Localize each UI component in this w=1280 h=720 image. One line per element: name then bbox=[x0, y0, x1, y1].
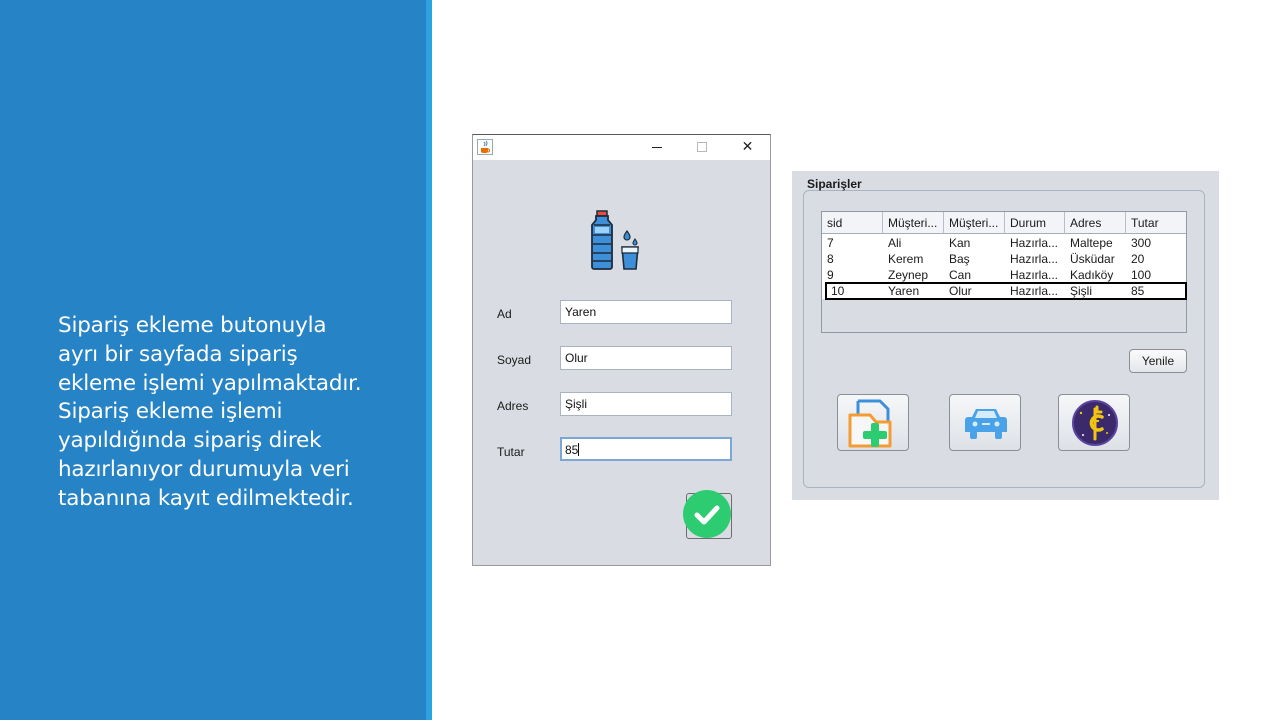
cell-name: Ali bbox=[888, 236, 902, 250]
orders-panel: Siparişler sid Müşteri... Müşteri... Dur… bbox=[792, 171, 1219, 500]
cell-address: Kadıköy bbox=[1070, 268, 1114, 282]
text-caret bbox=[578, 443, 580, 456]
cell-address: Üsküdar bbox=[1070, 252, 1115, 266]
adres-label: Adres bbox=[497, 399, 529, 413]
cell-surname: Baş bbox=[949, 252, 970, 266]
orders-table[interactable]: sid Müşteri... Müşteri... Durum Adres Tu… bbox=[821, 211, 1187, 333]
description-line: ayrı bir sayfada sipariş bbox=[58, 341, 298, 367]
soyad-label: Soyad bbox=[497, 353, 532, 367]
ad-input[interactable]: Yaren bbox=[560, 300, 732, 324]
cell-amount: 300 bbox=[1131, 236, 1152, 250]
description-line: Sipariş ekleme butonuyla bbox=[58, 313, 327, 338]
add-order-window: ✕ Ad Yaren Soyad Olur Adres Şişli Tutar … bbox=[472, 134, 771, 566]
table-row[interactable]: 9 Zeynep Can Hazırla... Kadıköy 100 bbox=[822, 267, 1186, 283]
bitcoin-payment-icon bbox=[1072, 400, 1118, 446]
maximize-icon bbox=[697, 142, 707, 152]
minimize-icon bbox=[652, 147, 662, 148]
table-row[interactable]: 8 Kerem Baş Hazırla... Üsküdar 20 bbox=[822, 251, 1186, 267]
close-button[interactable]: ✕ bbox=[725, 135, 770, 160]
refresh-button[interactable]: Yenile bbox=[1129, 349, 1187, 373]
cell-sid: 10 bbox=[831, 284, 845, 298]
table-row[interactable]: 7 Ali Kan Hazırla... Maltepe 300 bbox=[822, 235, 1186, 251]
cell-amount: 20 bbox=[1131, 252, 1145, 266]
cell-amount: 100 bbox=[1131, 268, 1152, 282]
payment-button[interactable] bbox=[1058, 394, 1130, 451]
column-header-status[interactable]: Durum bbox=[1005, 212, 1065, 234]
water-bottle-icon bbox=[591, 210, 639, 270]
description-line: Sipariş ekleme işlemi bbox=[58, 399, 283, 425]
column-header-amount[interactable]: Tutar bbox=[1126, 212, 1186, 234]
cell-address: Maltepe bbox=[1070, 236, 1113, 250]
slide-accent-stripe bbox=[426, 0, 432, 720]
column-header-customer-name[interactable]: Müşteri... bbox=[883, 212, 944, 234]
cell-status: Hazırla... bbox=[1010, 284, 1059, 298]
ad-label: Ad bbox=[497, 307, 512, 321]
column-header-address[interactable]: Adres bbox=[1065, 212, 1126, 234]
description-line: ekleme işlemi yapılmaktadır. bbox=[58, 370, 362, 396]
soyad-input[interactable]: Olur bbox=[560, 346, 732, 370]
description-line: tabanına kayıt edilmektedir. bbox=[58, 485, 354, 511]
confirm-button-face[interactable] bbox=[683, 490, 731, 538]
java-cup-icon bbox=[477, 139, 493, 155]
window-titlebar[interactable]: ✕ bbox=[473, 135, 770, 160]
cell-status: Hazırla... bbox=[1010, 236, 1059, 250]
table-row-selected[interactable]: 10 Yaren Olur Hazırla... Şişli 85 bbox=[825, 282, 1187, 300]
checkmark-icon bbox=[694, 505, 720, 525]
slide-description: Sipariş ekleme butonuyla ayrı bir sayfad… bbox=[58, 312, 388, 514]
tutar-label: Tutar bbox=[497, 445, 525, 459]
cell-name: Zeynep bbox=[888, 268, 929, 282]
cell-status: Hazırla... bbox=[1010, 268, 1059, 282]
description-line: yapıldığında sipariş direk bbox=[58, 428, 322, 454]
cell-address: Şişli bbox=[1070, 284, 1093, 298]
table-header: sid Müşteri... Müşteri... Durum Adres Tu… bbox=[822, 212, 1186, 234]
cell-name: Yaren bbox=[888, 284, 920, 298]
maximize-button[interactable] bbox=[679, 135, 724, 160]
tutar-value: 85 bbox=[565, 443, 579, 457]
cell-surname: Can bbox=[949, 268, 972, 282]
cell-sid: 8 bbox=[827, 252, 834, 266]
cell-sid: 9 bbox=[827, 268, 834, 282]
description-line: hazırlanıyor durumuyla veri bbox=[58, 456, 350, 482]
cell-surname: Kan bbox=[949, 236, 971, 250]
cell-status: Hazırla... bbox=[1010, 252, 1059, 266]
delivery-car-icon bbox=[965, 409, 1007, 439]
cell-surname: Olur bbox=[949, 284, 972, 298]
minimize-button[interactable] bbox=[635, 135, 680, 160]
add-order-icon bbox=[848, 399, 892, 448]
adres-input[interactable]: Şişli bbox=[560, 392, 732, 416]
column-header-sid[interactable]: sid bbox=[822, 212, 883, 234]
orders-title: Siparişler bbox=[807, 177, 862, 191]
cell-name: Kerem bbox=[888, 252, 924, 266]
tutar-input[interactable]: 85 bbox=[560, 437, 732, 461]
cell-amount: 85 bbox=[1131, 284, 1145, 298]
column-header-customer-surname[interactable]: Müşteri... bbox=[944, 212, 1005, 234]
add-order-button[interactable] bbox=[837, 394, 909, 451]
cell-sid: 7 bbox=[827, 236, 834, 250]
delivery-button[interactable] bbox=[949, 394, 1021, 451]
